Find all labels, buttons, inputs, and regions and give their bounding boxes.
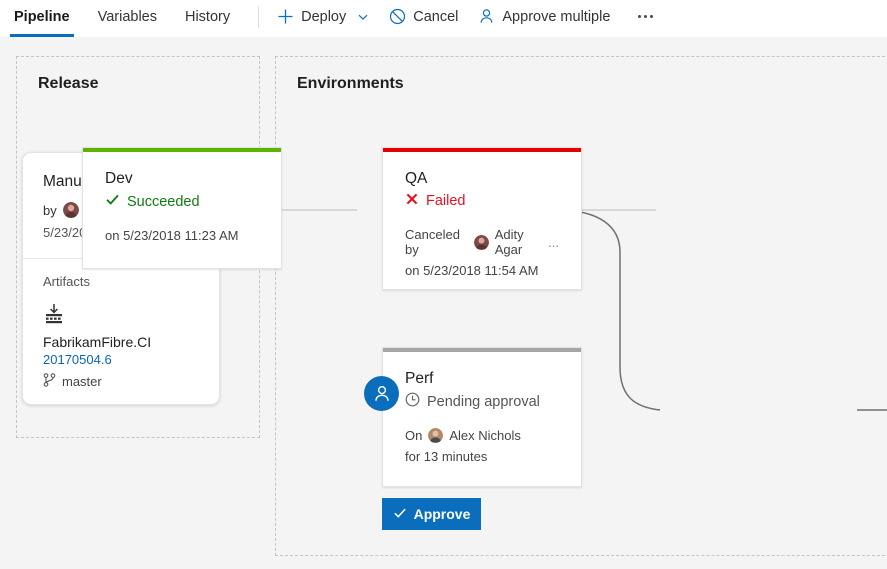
truncation-ellipsis: ...: [548, 235, 559, 250]
environment-duration-perf: for 13 minutes: [405, 449, 559, 464]
environment-date-dev: on 5/23/2018 11:23 AM: [105, 228, 259, 243]
ellipsis-dot: [644, 15, 647, 18]
environment-card-qa[interactable]: QA Failed Canceled by Adity Agar ...: [382, 147, 582, 290]
status-badge-dev: Succeeded: [105, 192, 259, 211]
tab-pipeline-label: Pipeline: [14, 9, 70, 25]
branch-name: master: [62, 374, 102, 389]
pipeline-canvas: Release Manually triggered by Adity Agar…: [0, 37, 887, 569]
environment-canceled-by-qa: Canceled by Adity Agar ...: [405, 227, 559, 257]
person-icon: [478, 8, 495, 25]
approve-button[interactable]: Approve: [382, 498, 481, 530]
tab-variables-label: Variables: [98, 9, 157, 25]
pending-approval-avatar-badge[interactable]: [364, 376, 399, 411]
canceled-by-prefix: Canceled by: [405, 227, 468, 257]
git-branch-icon: [43, 373, 56, 390]
artifacts-label: Artifacts: [43, 274, 199, 289]
tab-history[interactable]: History: [171, 0, 244, 33]
ellipsis-dot: [650, 15, 653, 18]
avatar: [428, 428, 443, 443]
approver-name-perf: Alex Nichols: [449, 428, 521, 443]
avatar: [474, 235, 489, 250]
canceled-by-user-qa: Adity Agar: [495, 227, 546, 257]
cancel-label: Cancel: [413, 9, 458, 25]
on-prefix: On: [405, 428, 422, 443]
environment-card-dev[interactable]: Dev Succeeded on 5/23/2018 11:23 AM: [82, 147, 282, 269]
build-artifact-icon: [43, 304, 199, 329]
environment-date-qa: on 5/23/2018 11:54 AM: [405, 263, 559, 278]
cancel-button[interactable]: Cancel: [379, 0, 468, 33]
status-badge-qa: Failed: [405, 192, 559, 210]
environment-name-dev: Dev: [105, 170, 259, 188]
top-toolbar: Pipeline Variables History Deploy: [0, 0, 887, 37]
approve-multiple-button[interactable]: Approve multiple: [468, 0, 620, 33]
tab-history-label: History: [185, 9, 230, 25]
tab-pipeline[interactable]: Pipeline: [0, 0, 84, 33]
cancel-circle-slash-icon: [389, 8, 406, 25]
environment-name-perf: Perf: [405, 370, 559, 388]
environments-panel-title: Environments: [297, 75, 404, 93]
status-badge-perf: Pending approval: [405, 392, 559, 411]
chevron-down-icon[interactable]: [357, 11, 369, 23]
status-label-qa: Failed: [426, 193, 466, 209]
toolbar-separator: [258, 6, 259, 28]
x-mark-icon: [405, 192, 419, 210]
release-panel-title: Release: [38, 75, 99, 93]
deploy-label: Deploy: [301, 9, 346, 25]
artifact-version-link[interactable]: 20170504.6: [43, 352, 199, 367]
artifact-name: FabrikamFibre.CI: [43, 334, 199, 350]
environment-card-perf[interactable]: Perf Pending approval On Alex Nichols: [382, 347, 582, 487]
ellipsis-dot: [638, 15, 641, 18]
deploy-button[interactable]: Deploy: [267, 0, 379, 33]
checkmark-icon: [393, 506, 407, 523]
plus-icon: [277, 8, 294, 25]
approve-multiple-label: Approve multiple: [502, 9, 610, 25]
clock-icon: [405, 392, 420, 411]
avatar: [63, 202, 79, 218]
release-by-prefix: by: [43, 203, 57, 218]
more-options-button[interactable]: [626, 0, 665, 33]
environment-approver-perf: On Alex Nichols: [405, 428, 559, 443]
person-badge-icon: [372, 384, 392, 404]
artifact-branch: master: [43, 373, 199, 390]
approve-button-label: Approve: [414, 506, 471, 522]
checkmark-icon: [105, 192, 120, 211]
environment-name-qa: QA: [405, 170, 559, 188]
status-label-dev: Succeeded: [127, 194, 200, 210]
status-label-perf: Pending approval: [427, 394, 540, 410]
tab-variables[interactable]: Variables: [84, 0, 171, 33]
